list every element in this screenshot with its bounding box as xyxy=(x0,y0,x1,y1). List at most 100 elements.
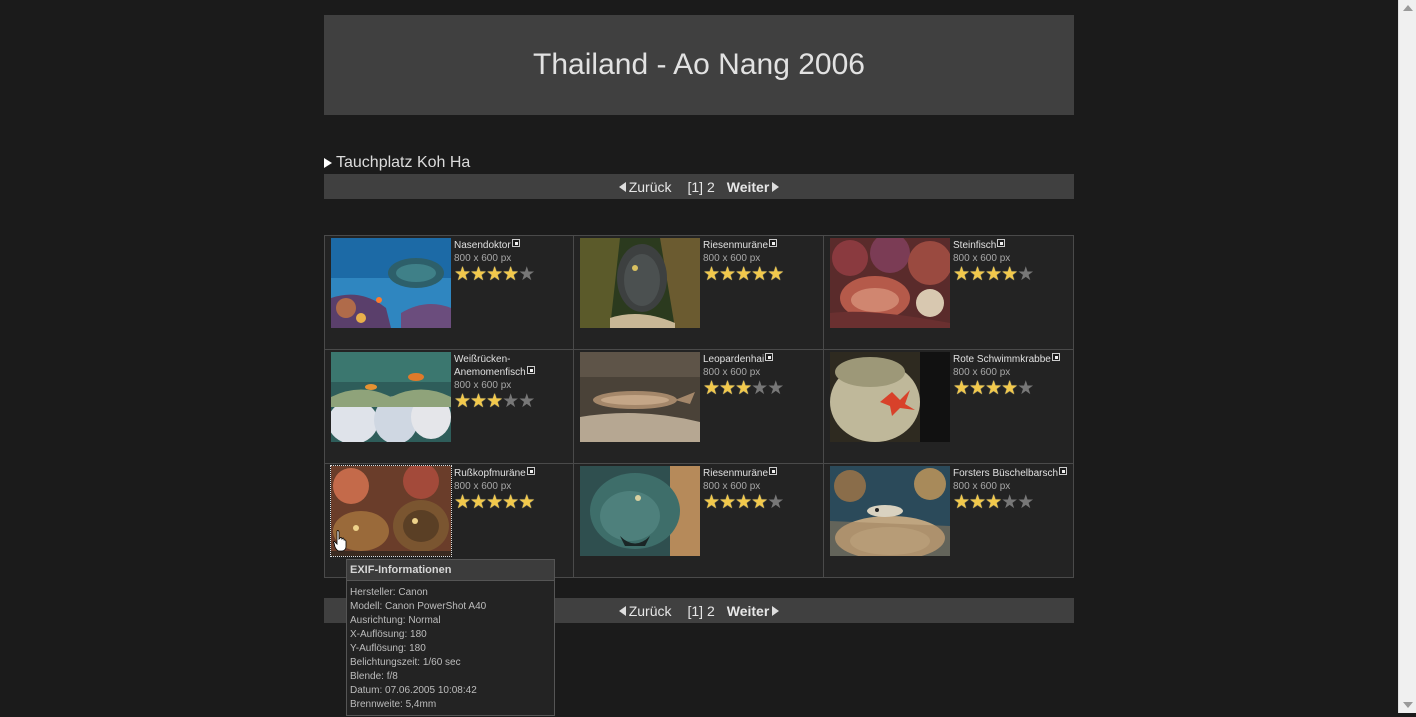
photo-name-link[interactable]: Rote Schwimmkrabbe xyxy=(953,354,1051,365)
prev-label[interactable]: Zurück xyxy=(629,179,672,195)
star-empty-icon[interactable]: ★ xyxy=(502,391,519,412)
photo-name-link[interactable]: Nasendoktor xyxy=(454,240,511,251)
star-filled-icon[interactable]: ★ xyxy=(703,264,720,285)
open-popup-icon[interactable] xyxy=(769,467,778,475)
album-title[interactable]: Tauchplatz Koh Ha xyxy=(336,154,470,172)
star-empty-icon[interactable]: ★ xyxy=(1017,492,1034,513)
photo-name-link[interactable]: Riesenmuräne xyxy=(703,468,768,479)
exif-line: Datum: 07.06.2005 10:08:42 xyxy=(350,685,477,696)
star-filled-icon[interactable]: ★ xyxy=(953,264,970,285)
next-label[interactable]: Weiter xyxy=(727,179,770,195)
star-rating[interactable]: ★★★★★ xyxy=(953,264,1069,285)
open-popup-icon[interactable] xyxy=(526,467,535,475)
star-filled-icon[interactable]: ★ xyxy=(751,264,768,285)
prev-page-link[interactable]: Zurück xyxy=(618,179,672,195)
star-filled-icon[interactable]: ★ xyxy=(767,264,784,285)
star-filled-icon[interactable]: ★ xyxy=(969,492,986,513)
star-empty-icon[interactable]: ★ xyxy=(751,378,768,399)
photo-thumbnail[interactable] xyxy=(830,466,950,556)
photo-name-link[interactable]: Rußkopfmuräne xyxy=(454,468,526,479)
open-popup-icon[interactable] xyxy=(511,239,520,247)
photo-thumbnail[interactable] xyxy=(830,352,950,442)
open-popup-icon[interactable] xyxy=(765,353,774,361)
photo-thumbnail[interactable] xyxy=(830,238,950,328)
open-popup-icon[interactable] xyxy=(1059,467,1068,475)
star-empty-icon[interactable]: ★ xyxy=(767,492,784,513)
expand-arrow-icon[interactable] xyxy=(324,158,332,168)
star-filled-icon[interactable]: ★ xyxy=(751,492,768,513)
star-filled-icon[interactable]: ★ xyxy=(703,492,720,513)
next-page-link[interactable]: Weiter xyxy=(727,179,780,195)
open-popup-icon[interactable] xyxy=(526,366,535,374)
star-empty-icon[interactable]: ★ xyxy=(518,264,535,285)
photo-name-link[interactable]: Forsters Büschelbarsch xyxy=(953,468,1058,479)
star-filled-icon[interactable]: ★ xyxy=(985,492,1002,513)
prev-page-link[interactable]: Zurück xyxy=(618,603,672,619)
open-popup-icon[interactable] xyxy=(769,239,778,247)
next-label[interactable]: Weiter xyxy=(727,603,770,619)
scroll-up-icon[interactable] xyxy=(1403,5,1413,11)
photo-name-link[interactable]: Leopardenhai xyxy=(703,354,764,365)
photo-thumbnail[interactable] xyxy=(330,465,452,557)
star-filled-icon[interactable]: ★ xyxy=(486,391,503,412)
photo-name-link[interactable]: Weißrücken-Anemomenfisch xyxy=(454,354,526,378)
star-filled-icon[interactable]: ★ xyxy=(502,492,519,513)
star-filled-icon[interactable]: ★ xyxy=(953,492,970,513)
scroll-down-icon[interactable] xyxy=(1403,702,1413,708)
photo-title-row: Rußkopfmuräne xyxy=(454,467,569,480)
star-filled-icon[interactable]: ★ xyxy=(703,378,720,399)
vertical-scrollbar[interactable] xyxy=(1398,0,1416,713)
star-filled-icon[interactable]: ★ xyxy=(454,492,471,513)
open-popup-icon[interactable] xyxy=(1051,353,1060,361)
star-filled-icon[interactable]: ★ xyxy=(719,264,736,285)
photo-name-link[interactable]: Steinfisch xyxy=(953,240,996,251)
album-heading[interactable]: Tauchplatz Koh Ha xyxy=(324,153,1074,173)
star-empty-icon[interactable]: ★ xyxy=(1017,378,1034,399)
photo-info: Weißrücken-Anemomenfisch 800 x 600 px ★★★★… xyxy=(454,353,569,411)
page-link-2[interactable]: 2 xyxy=(707,179,715,195)
photo-name-link[interactable]: Riesenmuräne xyxy=(703,240,768,251)
star-filled-icon[interactable]: ★ xyxy=(486,492,503,513)
star-rating[interactable]: ★★★★★ xyxy=(454,391,569,412)
star-filled-icon[interactable]: ★ xyxy=(719,492,736,513)
star-filled-icon[interactable]: ★ xyxy=(470,492,487,513)
next-page-link[interactable]: Weiter xyxy=(727,603,780,619)
star-filled-icon[interactable]: ★ xyxy=(953,378,970,399)
open-popup-icon[interactable] xyxy=(997,239,1006,247)
photo-thumbnail[interactable] xyxy=(580,352,700,442)
star-filled-icon[interactable]: ★ xyxy=(735,378,752,399)
star-filled-icon[interactable]: ★ xyxy=(985,378,1002,399)
star-filled-icon[interactable]: ★ xyxy=(518,492,535,513)
star-filled-icon[interactable]: ★ xyxy=(470,264,487,285)
star-rating[interactable]: ★★★★★ xyxy=(454,264,569,285)
star-filled-icon[interactable]: ★ xyxy=(735,264,752,285)
star-empty-icon[interactable]: ★ xyxy=(1017,264,1034,285)
page-link-2[interactable]: 2 xyxy=(707,603,715,619)
star-filled-icon[interactable]: ★ xyxy=(454,391,471,412)
star-filled-icon[interactable]: ★ xyxy=(969,378,986,399)
star-filled-icon[interactable]: ★ xyxy=(735,492,752,513)
star-filled-icon[interactable]: ★ xyxy=(454,264,471,285)
star-filled-icon[interactable]: ★ xyxy=(470,391,487,412)
star-empty-icon[interactable]: ★ xyxy=(518,391,535,412)
star-filled-icon[interactable]: ★ xyxy=(985,264,1002,285)
star-filled-icon[interactable]: ★ xyxy=(719,378,736,399)
photo-thumbnail[interactable] xyxy=(580,238,700,328)
star-empty-icon[interactable]: ★ xyxy=(1001,492,1018,513)
star-filled-icon[interactable]: ★ xyxy=(502,264,519,285)
star-rating[interactable]: ★★★★★ xyxy=(703,378,819,399)
star-rating[interactable]: ★★★★★ xyxy=(953,378,1069,399)
star-empty-icon[interactable]: ★ xyxy=(767,378,784,399)
star-filled-icon[interactable]: ★ xyxy=(1001,378,1018,399)
photo-thumbnail[interactable] xyxy=(331,238,451,328)
prev-label[interactable]: Zurück xyxy=(629,603,672,619)
star-filled-icon[interactable]: ★ xyxy=(1001,264,1018,285)
star-filled-icon[interactable]: ★ xyxy=(486,264,503,285)
star-rating[interactable]: ★★★★★ xyxy=(953,492,1069,513)
star-rating[interactable]: ★★★★★ xyxy=(703,492,819,513)
star-filled-icon[interactable]: ★ xyxy=(969,264,986,285)
star-rating[interactable]: ★★★★★ xyxy=(703,264,819,285)
photo-thumbnail[interactable] xyxy=(580,466,700,556)
star-rating[interactable]: ★★★★★ xyxy=(454,492,569,513)
photo-thumbnail[interactable] xyxy=(331,352,451,442)
